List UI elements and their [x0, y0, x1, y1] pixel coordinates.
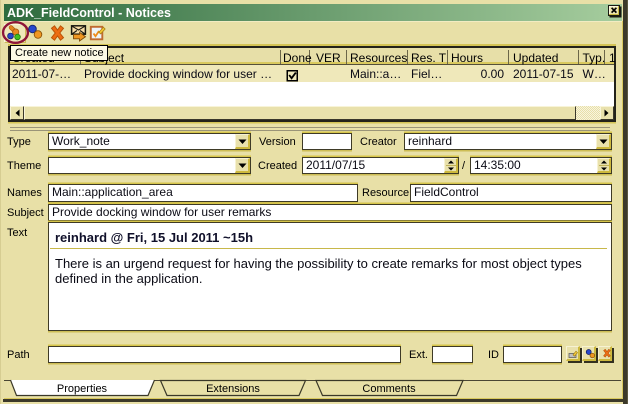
svg-text:Hours: Hours	[451, 51, 483, 65]
svg-text:Extensions: Extensions	[206, 383, 260, 395]
svg-text:Updated: Updated	[513, 51, 558, 65]
svg-text:Resources: Resources	[350, 51, 407, 65]
svg-text:Typ.: Typ.	[583, 51, 606, 65]
svg-text:Comments: Comments	[362, 383, 416, 395]
svg-text:1: 1	[609, 51, 616, 65]
svg-text:2011-07-…: 2011-07-…	[12, 67, 71, 81]
svg-text:W…: W…	[583, 67, 606, 81]
svg-text:Fiel…: Fiel…	[411, 67, 442, 81]
svg-text:2011-07-15: 2011-07-15	[513, 67, 574, 81]
svg-text:Done: Done	[283, 51, 312, 65]
svg-text:Provide docking window for use: Provide docking window for user …	[84, 67, 272, 81]
svg-text:Properties: Properties	[57, 383, 108, 395]
svg-text:Res. T: Res. T	[411, 51, 447, 65]
svg-text:VER: VER	[316, 51, 341, 65]
svg-text:0.00: 0.00	[481, 67, 505, 81]
svg-text:Main::a…: Main::a…	[350, 67, 401, 81]
